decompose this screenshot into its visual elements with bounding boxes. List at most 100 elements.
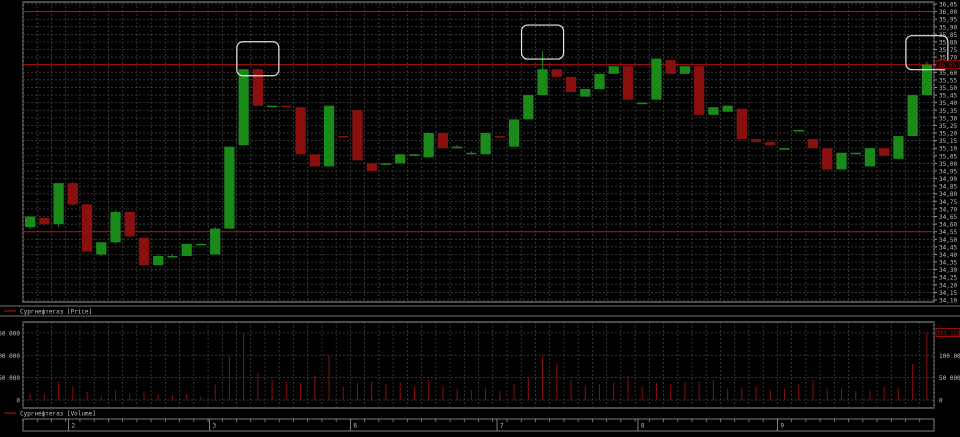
candle-body [750, 139, 762, 143]
candle-body [53, 183, 64, 225]
price-tick-label: 34,30 [939, 267, 957, 274]
x-axis-label: 8 [641, 423, 645, 430]
candle-body [380, 163, 392, 165]
price-tick-label: 35,55 [939, 77, 957, 84]
candle-body [67, 183, 78, 205]
candle-body [637, 102, 648, 105]
price-tick-label: 35,90 [939, 24, 957, 31]
candle-body [622, 66, 634, 100]
candle-body [480, 133, 491, 155]
price-tick-label: 34,10 [939, 298, 957, 305]
volume-tick-label-left: 50 000 [0, 375, 20, 382]
candle-body [807, 139, 819, 149]
candle-body [893, 136, 904, 159]
candle-body [694, 66, 705, 115]
price-tick-label: 35,50 [939, 85, 957, 92]
candle-body [879, 148, 890, 156]
candle-body [96, 242, 107, 255]
price-tick-label: 34,90 [939, 176, 957, 183]
candle-body [252, 69, 263, 106]
candle-body [537, 69, 548, 96]
price-tick-label: 35,95 [939, 17, 957, 24]
candle-body [181, 243, 192, 256]
volume-tick-label-right: 50 000 [939, 375, 960, 382]
candle-body [81, 204, 93, 252]
candle-body [138, 237, 150, 266]
price-tick-label: 34,95 [939, 168, 957, 175]
volume-legend-label: Сургнефтегаз [Volume] [20, 411, 96, 418]
candle-body [551, 69, 562, 77]
candle-body [494, 136, 505, 138]
price-tick-label: 34,60 [939, 222, 957, 229]
candle-body [822, 148, 833, 170]
price-tick-label: 36,00 [939, 9, 957, 16]
candle-body [323, 105, 335, 167]
candle-body [679, 66, 691, 74]
candle-body [565, 76, 577, 93]
candle-body [508, 119, 520, 147]
candle-body [266, 105, 278, 108]
x-axis-label: 2 [72, 423, 76, 430]
volume-tick-label-right: 0 [939, 398, 943, 405]
price-tick-label: 35,45 [939, 93, 957, 100]
price-tick-label: 35,10 [939, 146, 957, 153]
candle-body [366, 163, 377, 171]
candle-body [765, 142, 776, 146]
candle-body [452, 146, 463, 149]
candle-body [352, 110, 363, 161]
x-axis-label: 9 [780, 423, 784, 430]
volume-tick-label-left: 0 [16, 398, 20, 405]
volume-tick-label-right: 100 000 [939, 353, 960, 360]
price-current-value: 35,65 [938, 62, 956, 69]
volume-tick-label-left: 100 000 [0, 353, 20, 360]
candle-body [153, 255, 164, 266]
candle-body [722, 105, 733, 112]
candle-body [409, 154, 420, 156]
candle-body [309, 154, 320, 167]
candle-body [665, 60, 676, 74]
price-tick-label: 34,65 [939, 214, 957, 221]
candle-body [24, 216, 36, 228]
candle-body [850, 152, 861, 155]
candle-body [779, 148, 790, 150]
price-legend-label: Сургнефтегаз [Price] [20, 309, 92, 316]
price-tick-label: 35,60 [939, 70, 957, 77]
candle-body [466, 152, 477, 155]
price-tick-label: 34,45 [939, 244, 957, 251]
price-tick-label: 35,20 [939, 131, 957, 138]
candle-body [523, 95, 534, 120]
price-tick-label: 34,55 [939, 229, 957, 236]
price-tick-label: 34,75 [939, 199, 957, 206]
price-tick-label: 34,25 [939, 275, 957, 282]
price-tick-label: 34,85 [939, 184, 957, 191]
volume-current-value: 151 125 [937, 331, 960, 337]
candle-body [167, 255, 178, 258]
price-tick-label: 34,35 [939, 260, 957, 267]
price-tick-label: 35,00 [939, 161, 957, 168]
price-tick-label: 35,15 [939, 138, 957, 145]
price-tick-label: 36,05 [939, 2, 957, 9]
chart-canvas: 34,1034,1534,2034,2534,3034,3534,4034,45… [0, 1, 960, 432]
candle-body [608, 66, 619, 74]
candle-body [423, 133, 434, 158]
candle-body [110, 211, 121, 243]
x-axis-label: 3 [212, 423, 216, 430]
price-tick-label: 35,05 [939, 153, 957, 160]
candle-body [338, 136, 349, 138]
candle-body [836, 152, 847, 170]
price-tick-label: 35,40 [939, 100, 957, 107]
stock-chart: 34,10 34,15 34,20 34,25 34,30 34,35 34,40 34,45… [0, 0, 960, 433]
price-tick-label: 34,40 [939, 252, 957, 259]
x-axis-label: 6 [353, 423, 357, 430]
price-tick-label: 34,50 [939, 237, 957, 244]
volume-tick-label-left: 150 000 [0, 330, 20, 337]
candle-body [580, 89, 591, 97]
candle-body [651, 58, 662, 100]
candle-body [793, 129, 804, 132]
candle-body [195, 243, 207, 246]
candle-body [238, 69, 249, 146]
price-tick-label: 35,25 [939, 123, 957, 130]
price-tick-label: 34,70 [939, 206, 957, 213]
candle-body [736, 108, 747, 140]
candle-body [594, 73, 605, 90]
